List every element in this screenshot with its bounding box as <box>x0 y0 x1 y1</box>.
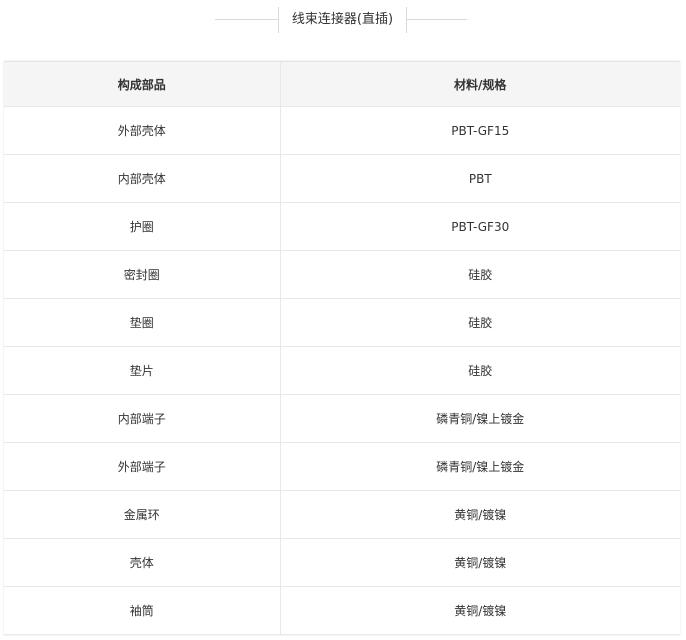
table-row: 外部端子 磷青铜/镍上镀金 <box>4 442 680 491</box>
cell-material: 黄铜/镀镍 <box>279 586 680 635</box>
title-bar-right <box>406 7 407 33</box>
table-row: 密封圈 硅胶 <box>4 250 680 299</box>
spec-table: 构成部品 材料/规格 外部壳体 PBT-GF15 内部壳体 PBT 护圈 PBT… <box>4 62 680 635</box>
title-divider-right <box>407 19 467 20</box>
table-row: 壳体 黄铜/镀镍 <box>4 538 680 587</box>
table-row: 外部壳体 PBT-GF15 <box>4 106 680 155</box>
cell-material: 黄铜/镀镍 <box>279 490 680 539</box>
spec-table-container: 构成部品 材料/规格 外部壳体 PBT-GF15 内部壳体 PBT 护圈 PBT… <box>4 61 680 635</box>
cell-part: 金属环 <box>4 490 280 539</box>
cell-part: 垫圈 <box>4 298 280 347</box>
table-row: 垫片 硅胶 <box>4 346 680 395</box>
cell-part: 壳体 <box>4 538 280 587</box>
cell-material: 硅胶 <box>279 250 680 299</box>
header-material: 材料/规格 <box>279 62 680 107</box>
cell-part: 垫片 <box>4 346 280 395</box>
title-divider-left <box>215 19 278 20</box>
section-title: 线束连接器(直插) <box>291 12 394 27</box>
cell-part: 内部壳体 <box>4 154 280 203</box>
cell-part: 外部壳体 <box>4 106 280 155</box>
cell-material: 硅胶 <box>279 298 680 347</box>
table-row: 金属环 黄铜/镀镍 <box>4 490 680 539</box>
cell-material: PBT-GF15 <box>279 106 680 155</box>
cell-material: 磷青铜/镍上镀金 <box>279 442 680 491</box>
cell-part: 内部端子 <box>4 394 280 443</box>
cell-material: 黄铜/镀镍 <box>279 538 680 587</box>
cell-material: 硅胶 <box>279 346 680 395</box>
table-row: 垫圈 硅胶 <box>4 298 680 347</box>
section-title-block: 线束连接器(直插) <box>0 7 686 33</box>
cell-part: 密封圈 <box>4 250 280 299</box>
cell-part: 袖筒 <box>4 586 280 635</box>
table-row: 内部壳体 PBT <box>4 154 680 203</box>
cell-part: 外部端子 <box>4 442 280 491</box>
cell-material: PBT <box>279 154 680 203</box>
cell-material: PBT-GF30 <box>279 202 680 251</box>
cell-material: 磷青铜/镍上镀金 <box>279 394 680 443</box>
cell-part: 护圈 <box>4 202 280 251</box>
header-part: 构成部品 <box>4 62 280 107</box>
table-header-row: 构成部品 材料/规格 <box>4 62 680 107</box>
table-row: 护圈 PBT-GF30 <box>4 202 680 251</box>
table-row: 内部端子 磷青铜/镍上镀金 <box>4 394 680 443</box>
table-row: 袖筒 黄铜/镀镍 <box>4 586 680 635</box>
